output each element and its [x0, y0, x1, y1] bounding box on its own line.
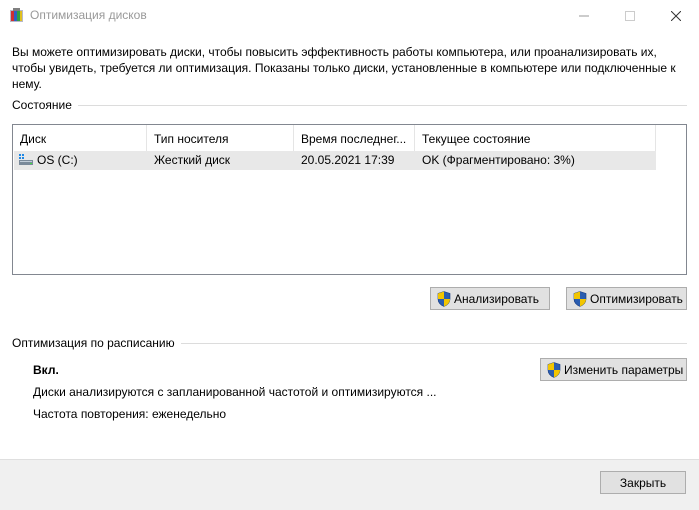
row-disk: OS (C:): [37, 153, 78, 167]
analyze-label: Анализировать: [454, 291, 539, 306]
footer-bar: Закрыть: [0, 459, 699, 510]
group-divider: [180, 342, 687, 344]
row-media-type: Жесткий диск: [154, 153, 231, 167]
close-button[interactable]: Закрыть: [600, 471, 686, 494]
analyze-button[interactable]: Анализировать: [430, 287, 550, 310]
table-row[interactable]: OS (C:) Жесткий диск 20.05.2021 17:39 OK…: [14, 151, 656, 170]
window-title: Оптимизация дисков: [30, 8, 147, 22]
description-text: Вы можете оптимизировать диски, чтобы по…: [12, 45, 676, 91]
change-settings-button[interactable]: Изменить параметры: [540, 358, 687, 381]
column-header-last-run[interactable]: Время последнег...: [294, 125, 415, 151]
change-settings-label: Изменить параметры: [564, 362, 684, 377]
close-window-button[interactable]: [653, 0, 699, 31]
status-group-header: Состояние: [12, 97, 687, 113]
group-divider: [77, 104, 687, 106]
schedule-description: Диски анализируются с запланированной ча…: [33, 385, 437, 399]
schedule-group-label: Оптимизация по расписанию: [12, 336, 175, 350]
schedule-group-header: Оптимизация по расписанию: [12, 335, 687, 351]
column-header-current-state[interactable]: Текущее состояние: [415, 125, 656, 151]
optimize-label: Оптимизировать: [590, 291, 683, 306]
listview-header: Диск Тип носителя Время последнег... Тек…: [13, 125, 656, 151]
close-label: Закрыть: [619, 475, 667, 490]
maximize-icon: [625, 10, 635, 21]
app-icon: [10, 8, 23, 22]
row-current-state: OK (Фрагментировано: 3%): [422, 153, 575, 167]
minimize-button[interactable]: [561, 0, 607, 31]
schedule-frequency: Частота повторения: еженедельно: [33, 407, 227, 421]
drive-icon: [19, 154, 33, 165]
column-header-disk[interactable]: Диск: [13, 125, 147, 151]
maximize-button[interactable]: [607, 0, 653, 31]
title-bar[interactable]: Оптимизация дисков: [0, 0, 699, 31]
column-header-media-type[interactable]: Тип носителя: [147, 125, 294, 151]
row-last-run: 20.05.2021 17:39: [301, 153, 395, 167]
shield-icon: [573, 290, 587, 307]
shield-icon: [437, 290, 451, 307]
drives-listview[interactable]: Диск Тип носителя Время последнег... Тек…: [12, 124, 687, 275]
minimize-icon: [579, 15, 589, 16]
shield-icon: [547, 361, 561, 378]
status-group-label: Состояние: [12, 98, 72, 112]
optimize-button[interactable]: Оптимизировать: [566, 287, 687, 310]
close-icon: [671, 10, 681, 21]
defrag-window: Оптимизация дисков Вы можете оптимизиров…: [0, 0, 699, 510]
schedule-state: Вкл.: [33, 363, 59, 377]
